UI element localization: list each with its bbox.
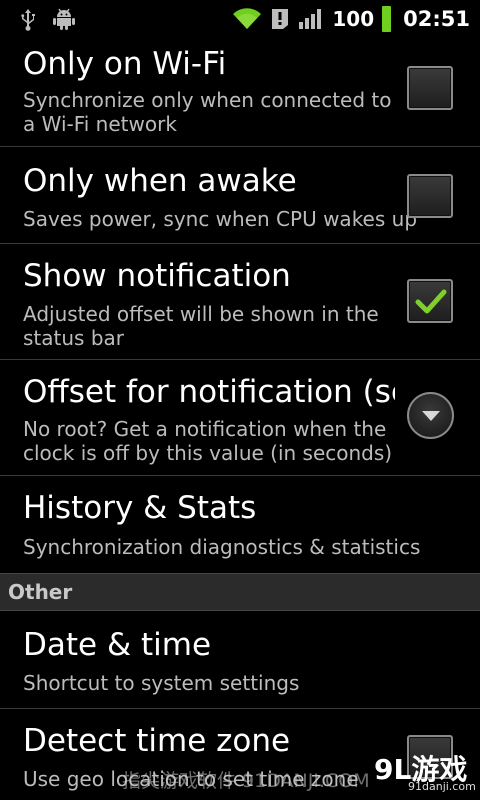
setting-title: Only when awake (23, 163, 297, 199)
setting-summary: Shortcut to system settings (23, 671, 300, 695)
only-on-wifi-checkbox[interactable] (407, 66, 453, 110)
setting-summary: No root? Get a notification when the clo… (23, 417, 393, 465)
battery-percent: 100 (332, 7, 375, 31)
setting-title: Show notification (23, 258, 291, 294)
setting-show-notification[interactable]: Show notification Adjusted offset will b… (0, 244, 480, 360)
setting-date-time[interactable]: Date & time Shortcut to system settings (0, 611, 480, 709)
battery-icon (382, 6, 392, 32)
setting-history-stats[interactable]: History & Stats Synchronization diagnost… (0, 476, 480, 574)
setting-title: Offset for notification (se (23, 374, 395, 410)
setting-summary: Saves power, sync when CPU wakes up (23, 207, 418, 231)
setting-only-on-wifi[interactable]: Only on Wi-Fi Synchronize only when conn… (0, 38, 480, 147)
setting-title: History & Stats (23, 490, 257, 526)
watermark-text: 指尖游戏软件 91DANJI.COM (122, 770, 370, 792)
status-bar: 100 02:51 (0, 0, 480, 38)
offset-dropdown-button[interactable] (407, 392, 454, 439)
show-notification-checkbox[interactable] (407, 279, 453, 323)
signal-icon (298, 8, 324, 30)
setting-offset-for-notification[interactable]: Offset for notification (se No root? Get… (0, 360, 480, 476)
setting-title: Date & time (23, 627, 212, 663)
android-debug-icon (52, 8, 76, 30)
category-label: Other (8, 580, 73, 604)
only-when-awake-checkbox[interactable] (407, 174, 453, 218)
setting-summary: Adjusted offset will be shown in the sta… (23, 302, 379, 350)
category-header-other: Other (0, 573, 480, 611)
setting-only-when-awake[interactable]: Only when awake Saves power, sync when C… (0, 147, 480, 244)
wifi-icon (232, 8, 262, 30)
watermark-logo-url: 91danji.com (408, 780, 476, 793)
setting-title: Only on Wi-Fi (23, 46, 227, 82)
setting-title: Detect time zone (23, 723, 291, 759)
setting-summary: Synchronization diagnostics & statistics (23, 535, 421, 559)
usb-icon (18, 7, 38, 31)
checkmark-icon (415, 289, 447, 314)
clock: 02:51 (403, 7, 470, 31)
settings-list: Only on Wi-Fi Synchronize only when conn… (0, 38, 480, 574)
alert-icon (270, 8, 290, 30)
chevron-down-icon (422, 411, 440, 421)
setting-summary: Synchronize only when connected to a Wi-… (23, 88, 392, 136)
watermark-logo: 9L游戏 91danji.com (372, 748, 476, 796)
